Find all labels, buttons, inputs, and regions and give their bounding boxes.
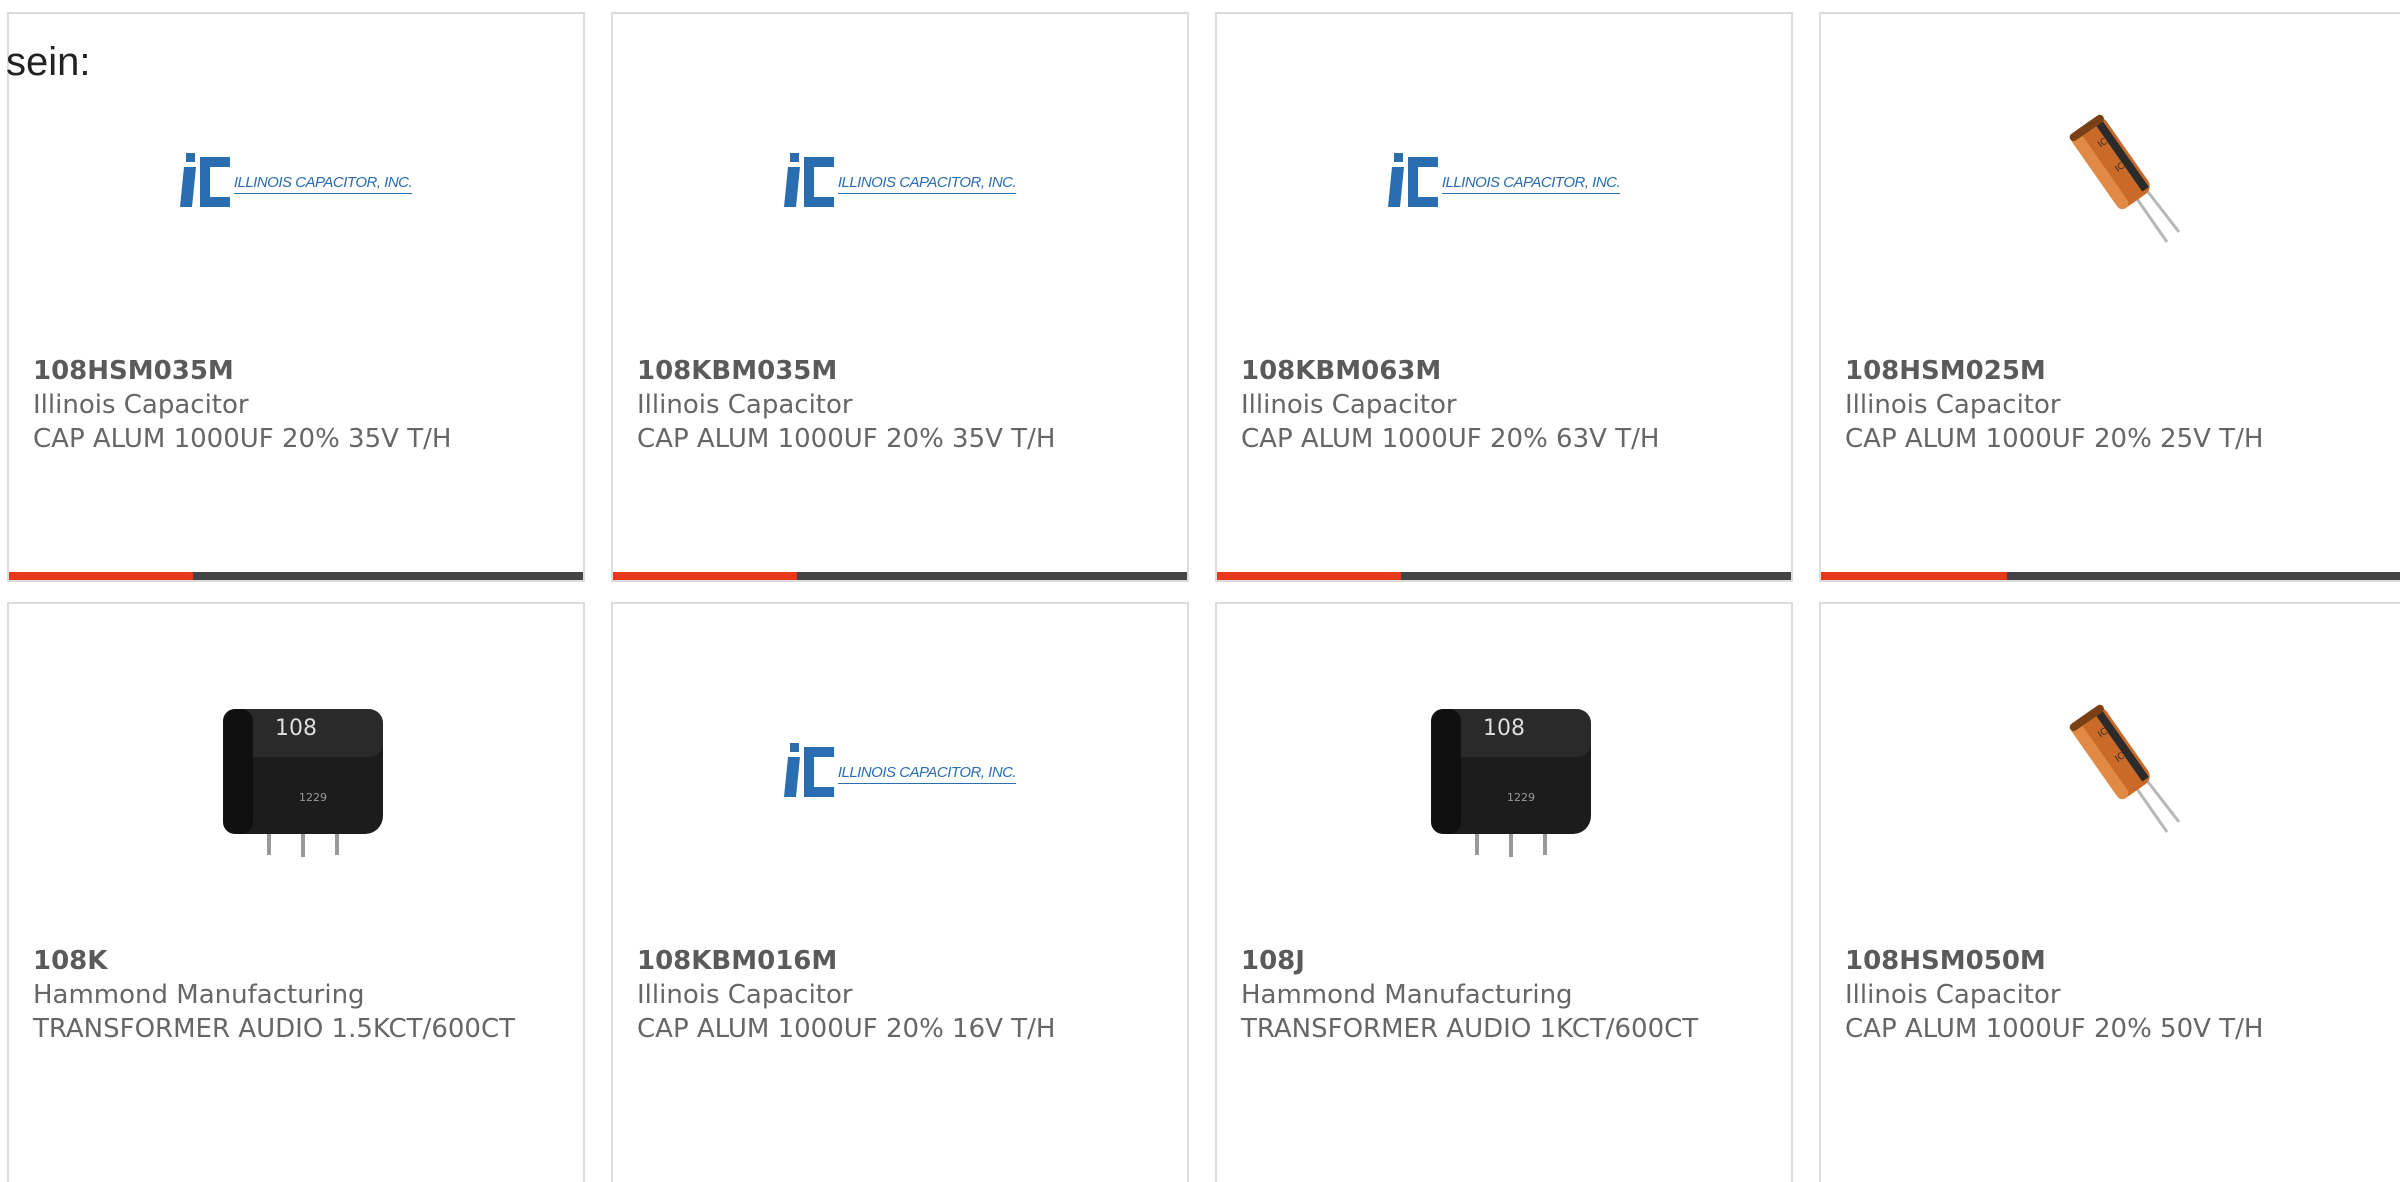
product-image[interactable]: ILLINOIS CAPACITOR, INC.	[613, 14, 1187, 344]
product-card[interactable]: ILLINOIS CAPACITOR, INC. 108KBM035M Illi…	[611, 12, 1189, 582]
product-description: CAP ALUM 1000UF 20% 16V T/H	[637, 1014, 1056, 1044]
illinois-capacitor-logo: ILLINOIS CAPACITOR, INC.	[1387, 149, 1621, 209]
progress-bar	[1821, 572, 2400, 580]
product-image[interactable]: IC IC	[1821, 14, 2400, 344]
product-description: CAP ALUM 1000UF 20% 50V T/H	[1845, 1014, 2264, 1044]
product-image[interactable]: IC IC	[1821, 604, 2400, 934]
product-card[interactable]: IC IC 108HSM050M Illinois Capacitor CAP …	[1819, 602, 2400, 1182]
illinois-capacitor-logo: ILLINOIS CAPACITOR, INC.	[783, 739, 1017, 799]
progress-fill	[9, 572, 193, 580]
product-card[interactable]: 108 1229 108K Hammond Manufacturing TRAN…	[7, 602, 585, 1182]
illinois-capacitor-logo: ILLINOIS CAPACITOR, INC.	[783, 149, 1017, 209]
product-card[interactable]: ILLINOIS CAPACITOR, INC. 108KBM063M Illi…	[1215, 12, 1793, 582]
progress-fill	[613, 572, 797, 580]
audio-transformer-photo: 108 1229	[223, 709, 383, 857]
svg-text:108: 108	[275, 716, 317, 741]
electrolytic-capacitor-photo: IC IC	[2069, 704, 2181, 833]
part-number-link[interactable]: 108HSM025M	[1845, 354, 2383, 388]
progress-bar	[9, 572, 583, 580]
progress-fill	[1821, 572, 2008, 580]
electrolytic-capacitor-photo: IC IC	[2069, 114, 2181, 243]
product-image[interactable]: 108 1229	[9, 604, 583, 934]
manufacturer-name: Illinois Capacitor	[637, 980, 853, 1010]
progress-bar	[1217, 572, 1791, 580]
product-description: CAP ALUM 1000UF 20% 25V T/H	[1845, 424, 2264, 454]
product-image[interactable]: ILLINOIS CAPACITOR, INC.	[613, 604, 1187, 934]
part-number-link[interactable]: 108HSM035M	[33, 354, 563, 388]
part-number-link[interactable]: 108KBM035M	[637, 354, 1167, 388]
product-image[interactable]: 108 1229	[1217, 604, 1791, 934]
product-description: CAP ALUM 1000UF 20% 35V T/H	[33, 424, 452, 454]
manufacturer-name: Illinois Capacitor	[1845, 980, 2061, 1010]
product-card[interactable]: IC IC 108HSM025M Illinois Capacitor CAP …	[1819, 12, 2400, 582]
part-number-link[interactable]: 108KBM016M	[637, 944, 1167, 978]
manufacturer-name: Illinois Capacitor	[1241, 390, 1457, 420]
part-number-link[interactable]: 108HSM050M	[1845, 944, 2383, 978]
product-card[interactable]: ILLINOIS CAPACITOR, INC. 108HSM035M Illi…	[7, 12, 585, 582]
illinois-capacitor-logo: ILLINOIS CAPACITOR, INC.	[179, 149, 413, 209]
svg-text:1229: 1229	[299, 791, 327, 804]
svg-text:1229: 1229	[1507, 791, 1535, 804]
product-image[interactable]: ILLINOIS CAPACITOR, INC.	[1217, 14, 1791, 344]
manufacturer-name: Illinois Capacitor	[1845, 390, 2061, 420]
part-number-link[interactable]: 108J	[1241, 944, 1771, 978]
manufacturer-name: Illinois Capacitor	[637, 390, 853, 420]
svg-text:108: 108	[1483, 716, 1525, 741]
product-card[interactable]: 108 1229 108J Hammond Manufacturing TRAN…	[1215, 602, 1793, 1182]
product-description: TRANSFORMER AUDIO 1.5KCT/600CT	[33, 1014, 515, 1044]
product-card[interactable]: ILLINOIS CAPACITOR, INC. 108KBM016M Illi…	[611, 602, 1189, 1182]
product-description: TRANSFORMER AUDIO 1KCT/600CT	[1241, 1014, 1699, 1044]
manufacturer-name: Hammond Manufacturing	[1241, 980, 1573, 1010]
product-description: CAP ALUM 1000UF 20% 35V T/H	[637, 424, 1056, 454]
manufacturer-name: Illinois Capacitor	[33, 390, 249, 420]
progress-bar	[613, 572, 1187, 580]
intro-text: sein:	[6, 40, 91, 84]
manufacturer-name: Hammond Manufacturing	[33, 980, 365, 1010]
audio-transformer-photo: 108 1229	[1431, 709, 1591, 857]
product-description: CAP ALUM 1000UF 20% 63V T/H	[1241, 424, 1660, 454]
product-image[interactable]: ILLINOIS CAPACITOR, INC.	[9, 14, 583, 344]
progress-fill	[1217, 572, 1401, 580]
part-number-link[interactable]: 108KBM063M	[1241, 354, 1771, 388]
part-number-link[interactable]: 108K	[33, 944, 563, 978]
